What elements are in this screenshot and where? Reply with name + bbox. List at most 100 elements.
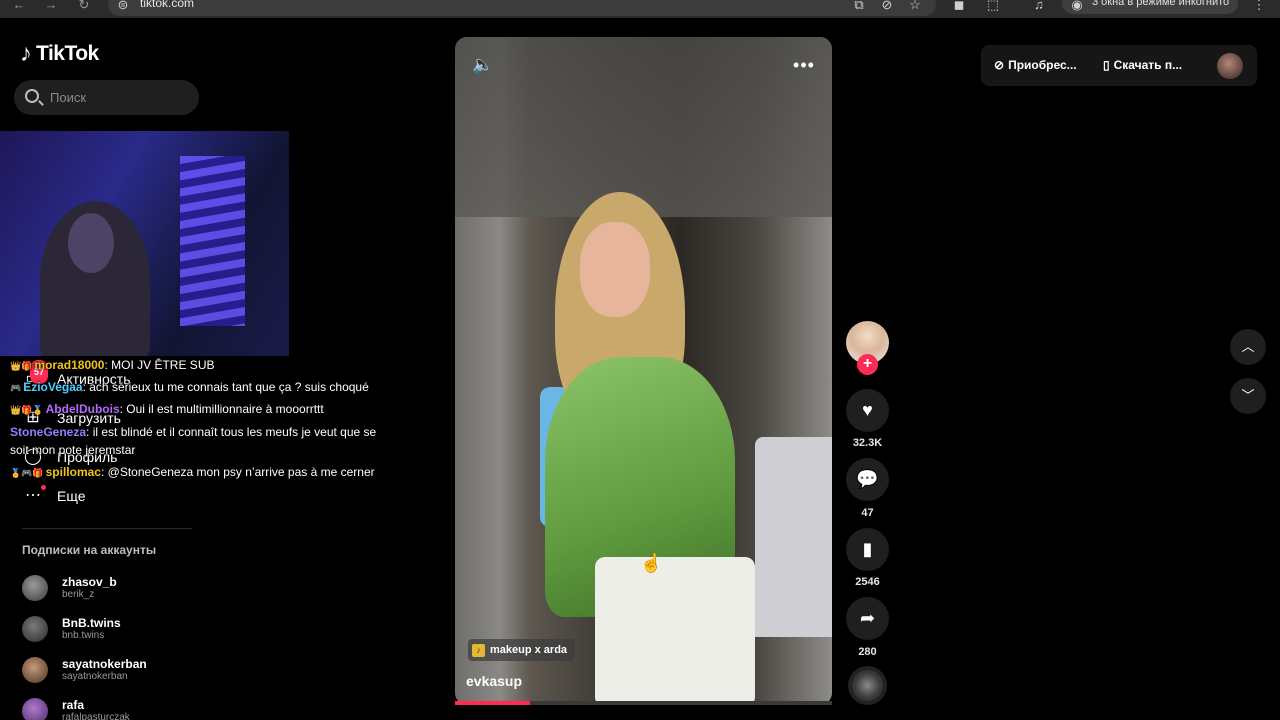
- following-account[interactable]: sayatnokerban sayatnokerban: [22, 657, 147, 683]
- address-bar[interactable]: [108, 0, 936, 16]
- following-account[interactable]: rafa rafalpasturczak: [22, 698, 130, 720]
- translate-icon[interactable]: ⧉: [850, 0, 868, 14]
- bookmark-star-icon[interactable]: ☆: [906, 0, 924, 14]
- avatar: [22, 575, 48, 601]
- volume-icon[interactable]: 🔈: [472, 54, 494, 76]
- video-progress-fill: [455, 701, 531, 705]
- puzzle-icon[interactable]: ⬚: [984, 0, 1002, 14]
- like-button[interactable]: ♥: [846, 389, 889, 432]
- download-app-button[interactable]: ▯ Скачать п...: [1103, 58, 1182, 72]
- music-tag-label: makeup x arda: [490, 644, 568, 656]
- heart-icon: ♥: [862, 400, 873, 420]
- follow-plus-button[interactable]: +: [857, 354, 878, 375]
- following-account[interactable]: BnB.twins bnb.twins: [22, 616, 121, 642]
- comment-count: 47: [861, 507, 874, 519]
- avatar: [22, 698, 48, 720]
- share-button[interactable]: ➦: [846, 597, 889, 640]
- chat-message: 🏅🎮🎁 spillomac: @StoneGeneza mon psy n’arr…: [10, 465, 375, 479]
- following-handle: bnb.twins: [62, 630, 105, 641]
- search-input[interactable]: Поиск: [14, 80, 199, 115]
- like-count: 32.3K: [852, 437, 883, 449]
- following-name: sayatnokerban: [62, 657, 147, 671]
- save-count: 2546: [855, 576, 880, 588]
- avatar: [22, 616, 48, 642]
- video-player[interactable]: [455, 37, 832, 705]
- browser-menu-icon[interactable]: ⋮: [1250, 0, 1268, 14]
- chat-text: : @StoneGeneza mon psy n’arrive pas à me…: [100, 465, 375, 479]
- extension-icon[interactable]: ◼: [950, 0, 968, 14]
- following-name: zhasov_b: [62, 575, 117, 589]
- chat-text: : MOI JV ÊTRE SUB: [104, 358, 215, 372]
- share-count: 280: [858, 646, 877, 658]
- video-progress-bar[interactable]: [455, 701, 832, 705]
- hand-cursor-icon: ☝: [640, 553, 663, 573]
- url-text[interactable]: tiktok.com: [140, 0, 194, 10]
- chat-username: EzioVegaa: [23, 380, 83, 394]
- following-account[interactable]: zhasov_b berik_z: [22, 575, 117, 601]
- chat-badges-icon: 👑🎁🏅: [10, 405, 44, 415]
- chat-badges-icon: 🎮: [10, 383, 22, 393]
- chat-text: soit mon pote jeremstar: [10, 443, 136, 457]
- tracking-off-icon[interactable]: ⊘: [878, 0, 896, 14]
- video-bed: [755, 437, 832, 637]
- following-handle: berik_z: [62, 589, 95, 600]
- music-icon: ♪: [472, 643, 485, 657]
- chat-username: morad18000: [34, 358, 105, 372]
- reload-icon[interactable]: ↻: [75, 0, 93, 14]
- chat-text: : ach sérieux tu me connais tant que ça …: [82, 380, 369, 394]
- video-room-ceiling: [455, 37, 832, 217]
- chat-message-continued: soit mon pote jeremstar: [10, 443, 135, 457]
- chat-username: spillomac: [45, 465, 101, 479]
- chat-badges-icon: 👑🎁: [10, 361, 33, 371]
- following-handle: rafalpasturczak: [62, 712, 130, 720]
- next-video-button[interactable]: ﹀: [1230, 378, 1266, 414]
- tiktok-note-icon: ♪: [20, 40, 32, 67]
- media-icon[interactable]: ♫: [1030, 0, 1048, 14]
- webcam-overlay: [0, 131, 289, 356]
- notification-dot: [41, 485, 46, 490]
- sidebar-item-label: Еще: [57, 488, 86, 504]
- video-person-pants: [595, 557, 755, 705]
- comment-button[interactable]: 💬: [846, 458, 889, 501]
- logo-text: TikTok: [36, 42, 99, 65]
- save-button[interactable]: ▮: [846, 528, 889, 571]
- chat-message: 👑🎁🏅 AbdelDubois: Oui il est multimillionn…: [10, 402, 324, 416]
- chat-username: AbdelDubois: [45, 402, 120, 416]
- tiktok-logo[interactable]: ♪ TikTok: [20, 40, 99, 68]
- following-name: rafa: [62, 698, 85, 712]
- comment-icon: 💬: [856, 469, 879, 489]
- music-tag[interactable]: ♪ makeup x arda: [468, 639, 576, 661]
- following-handle: sayatnokerban: [62, 671, 128, 682]
- previous-video-button[interactable]: ︿: [1230, 329, 1266, 365]
- chat-text: : Oui il est multimillionnaire à mooorrt…: [119, 402, 324, 416]
- sidebar-divider: [22, 528, 192, 529]
- share-icon: ➦: [859, 608, 876, 628]
- incognito-icon: ◉: [1071, 0, 1083, 12]
- chat-badges-icon: 🏅🎮🎁: [10, 468, 44, 478]
- phone-icon: ▯: [1103, 58, 1110, 72]
- chat-message: StoneGeneza: il est blindé et il connaît…: [10, 425, 376, 439]
- get-coins-button[interactable]: ⊘ Приобрес...: [994, 58, 1077, 72]
- more-options-icon[interactable]: •••: [792, 54, 816, 76]
- sidebar-item-more[interactable]: ⋯ Еще: [22, 485, 86, 507]
- coin-icon: ⊘: [994, 58, 1005, 72]
- search-icon: [25, 89, 39, 103]
- bookmark-icon: ▮: [862, 539, 873, 559]
- chat-message: 👑🎁 morad18000: MOI JV ÊTRE SUB: [10, 358, 214, 372]
- chat-text: : il est blindé et il connaît tous les m…: [86, 425, 377, 439]
- chat-message: 🎮 EzioVegaa: ach sérieux tu me connais ta…: [10, 380, 369, 394]
- download-app-label: Скачать п...: [1113, 58, 1183, 72]
- video-author[interactable]: evkasup: [466, 673, 522, 689]
- search-placeholder: Поиск: [50, 90, 87, 105]
- music-disc[interactable]: [848, 666, 887, 705]
- video-person-face: [580, 222, 650, 317]
- forward-icon[interactable]: →: [42, 0, 60, 14]
- user-avatar[interactable]: [1217, 53, 1243, 79]
- chevron-up-icon: ︿: [1241, 339, 1255, 354]
- avatar: [22, 657, 48, 683]
- chevron-down-icon: ﹀: [1241, 388, 1255, 403]
- site-info-icon[interactable]: ⊜: [114, 0, 132, 14]
- following-title: Подписки на аккаунты: [22, 543, 157, 557]
- back-icon[interactable]: ←: [10, 0, 28, 14]
- incognito-label: 3 окна в режиме инкогнито: [1092, 0, 1230, 8]
